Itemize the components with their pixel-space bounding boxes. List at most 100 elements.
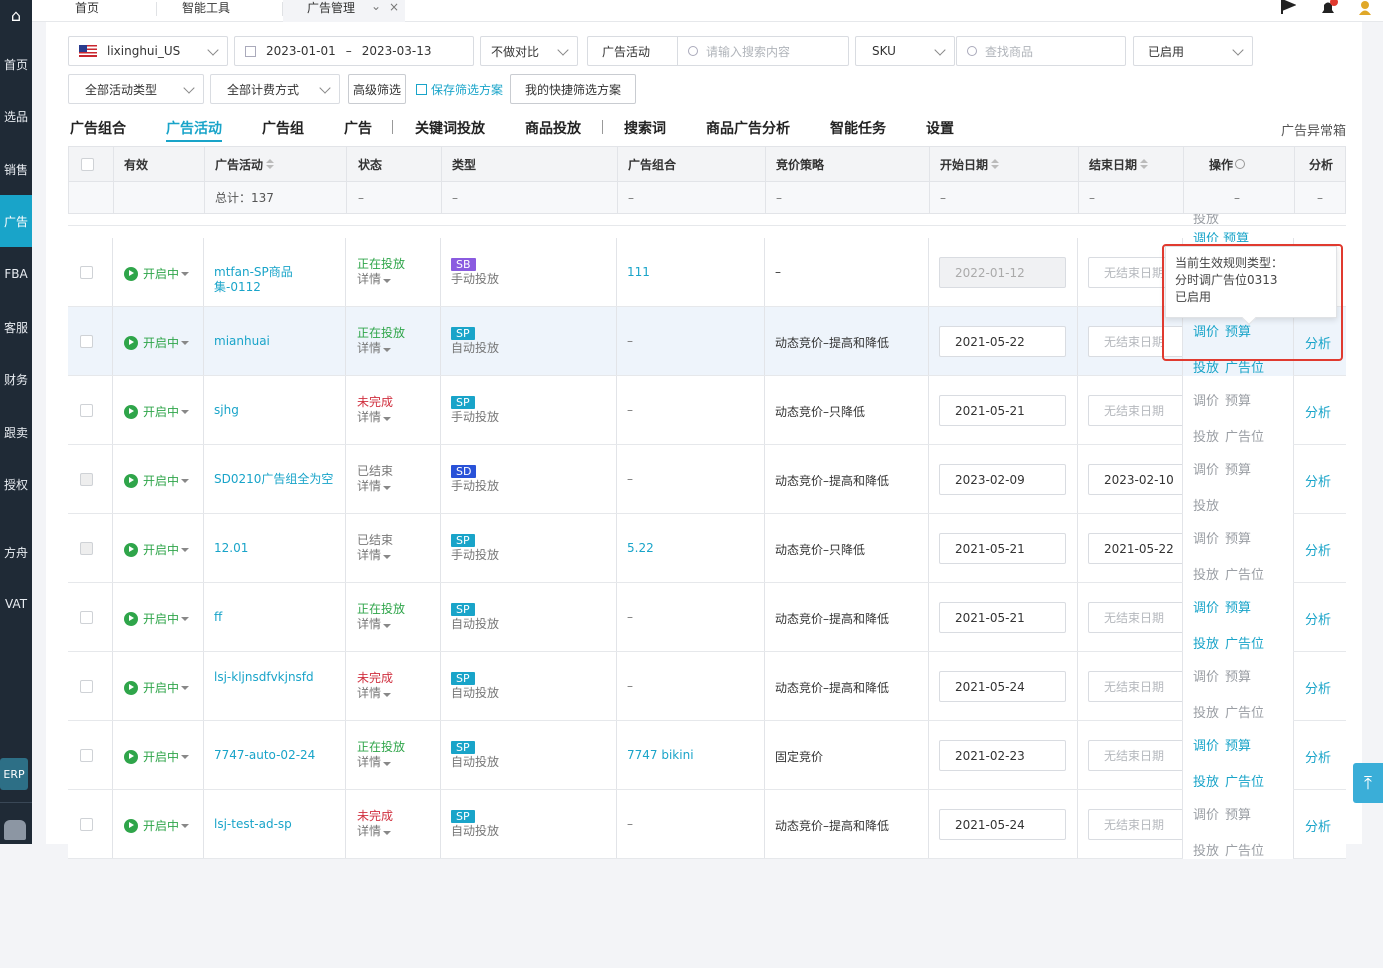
store-icon[interactable]	[4, 820, 26, 840]
valid-toggle[interactable]: 开启中	[124, 748, 190, 765]
budget-button[interactable]: 预算	[1225, 670, 1251, 685]
back-to-top-button[interactable]: ⤒	[1353, 763, 1383, 803]
row-checkbox[interactable]	[80, 818, 93, 831]
campaign-search[interactable]: 广告活动 请输入搜索内容	[587, 36, 849, 66]
row-checkbox[interactable]	[80, 749, 93, 762]
detail-dropdown[interactable]: 详情	[357, 410, 393, 425]
targeting-button[interactable]: 投放	[1193, 637, 1219, 652]
search-scope-select[interactable]: 广告活动	[588, 37, 678, 65]
campaign-name-link[interactable]: sjhg	[214, 403, 338, 418]
row-checkbox[interactable]	[80, 611, 93, 624]
placement-button[interactable]: 广告位	[1225, 775, 1264, 790]
row-checkbox[interactable]	[80, 542, 93, 555]
save-filter-plan-button[interactable]: 保存筛选方案	[416, 74, 503, 104]
user-menu-icon[interactable]	[1358, 0, 1372, 16]
abnormal-box-link[interactable]: 广告异常箱	[1281, 120, 1346, 139]
valid-toggle[interactable]: 开启中	[124, 817, 190, 834]
detail-dropdown[interactable]: 详情	[357, 272, 405, 287]
targeting-button[interactable]: 投放	[1193, 499, 1219, 514]
targeting-button[interactable]: 投放	[1193, 430, 1219, 445]
activity-type-select[interactable]: 全部活动类型	[68, 74, 204, 104]
detail-dropdown[interactable]: 详情	[357, 755, 405, 770]
campaign-name-link[interactable]: 12.01	[214, 541, 338, 556]
start-date-input[interactable]: 2021-05-22	[939, 326, 1066, 357]
sidebar-item-finance[interactable]: 财务	[0, 353, 32, 405]
select-all-checkbox[interactable]	[81, 158, 94, 171]
flag-icon[interactable]	[1280, 0, 1296, 14]
detail-dropdown[interactable]: 详情	[357, 617, 405, 632]
valid-toggle[interactable]: 开启中	[124, 403, 190, 420]
sort-icon[interactable]	[266, 159, 275, 169]
row-checkbox[interactable]	[80, 473, 93, 486]
targeting-button[interactable]: 投放	[1193, 775, 1219, 790]
col-campaign[interactable]: 广告活动	[215, 147, 275, 181]
start-date-input[interactable]: 2021-02-23	[939, 740, 1066, 771]
valid-toggle[interactable]: 开启中	[124, 334, 190, 351]
campaign-name-link[interactable]: lsj-kljnsdfvkjnsfd	[214, 670, 338, 685]
adjust-bid-button[interactable]: 调价	[1193, 463, 1219, 478]
valid-toggle[interactable]: 开启中	[124, 265, 190, 282]
detail-dropdown[interactable]: 详情	[357, 548, 393, 563]
subtab-keyword-targeting[interactable]: 关键词投放	[415, 118, 485, 138]
sidebar-item-selection[interactable]: 选品	[0, 90, 32, 142]
sidebar-item-ark[interactable]: 方舟	[0, 526, 32, 578]
enabled-select[interactable]: 已启用	[1133, 36, 1253, 66]
budget-button[interactable]: 预算	[1225, 808, 1251, 823]
valid-toggle[interactable]: 开启中	[124, 472, 190, 489]
subtab-search-terms[interactable]: 搜索词	[624, 118, 666, 138]
targeting-button[interactable]: 投放	[1193, 568, 1219, 583]
date-range-picker[interactable]: 2023-01-01 – 2023-03-13	[234, 36, 474, 66]
adjust-bid-button[interactable]: 调价	[1193, 532, 1219, 547]
subtab-ad[interactable]: 广告	[344, 118, 372, 138]
advanced-filter-button[interactable]: 高级筛选	[348, 74, 406, 104]
valid-toggle[interactable]: 开启中	[124, 679, 190, 696]
analyze-link[interactable]: 分析	[1305, 402, 1331, 421]
detail-dropdown[interactable]: 详情	[357, 479, 393, 494]
subtab-smart-tasks[interactable]: 智能任务	[830, 118, 886, 138]
analyze-link[interactable]: 分析	[1305, 471, 1331, 490]
start-date-input[interactable]: 2021-05-24	[939, 809, 1066, 840]
targeting-button[interactable]: 投放	[1193, 844, 1219, 859]
budget-button[interactable]: 预算	[1225, 394, 1251, 409]
start-date-input[interactable]: 2022-01-12	[939, 257, 1066, 288]
row-checkbox[interactable]	[80, 266, 93, 279]
subtab-product-ad-analysis[interactable]: 商品广告分析	[706, 118, 790, 138]
campaign-name-link[interactable]: SD0210广告组全为空	[214, 472, 338, 487]
close-icon[interactable]: ×	[389, 0, 399, 15]
sidebar-item-auth[interactable]: 授权	[0, 458, 32, 510]
analyze-link[interactable]: 分析	[1305, 747, 1331, 766]
subtab-settings[interactable]: 设置	[926, 118, 954, 138]
info-icon[interactable]	[1235, 159, 1246, 169]
detail-dropdown[interactable]: 详情	[357, 824, 393, 839]
partial-op-row[interactable]: 调价 预算	[1193, 228, 1249, 242]
analyze-link[interactable]: 分析	[1305, 609, 1331, 628]
my-quick-filters-button[interactable]: 我的快捷筛选方案	[510, 74, 636, 104]
compare-select[interactable]: 不做对比	[480, 36, 578, 66]
tab-home[interactable]: 首页	[75, 0, 99, 22]
sidebar-item-home[interactable]: 首页	[0, 38, 32, 90]
subtab-product-targeting[interactable]: 商品投放	[525, 118, 581, 138]
analyze-link[interactable]: 分析	[1305, 678, 1331, 697]
sort-icon[interactable]	[991, 159, 1000, 169]
bell-icon[interactable]	[1319, 0, 1339, 16]
billing-select[interactable]: 全部计费方式	[210, 74, 340, 104]
product-search-input[interactable]: 查找商品	[956, 36, 1126, 66]
portfolio-link[interactable]: 5.22	[627, 541, 654, 555]
placement-button[interactable]: 广告位	[1225, 361, 1264, 376]
campaign-name-link[interactable]: ff	[214, 610, 338, 625]
campaign-name-link[interactable]: 7747-auto-02-24	[214, 748, 338, 763]
detail-dropdown[interactable]: 详情	[357, 341, 405, 356]
sidebar-item-vat[interactable]: VAT	[0, 578, 32, 630]
chevron-down-icon[interactable]: ⌄	[371, 0, 381, 14]
search-input[interactable]: 请输入搜索内容	[678, 43, 790, 60]
row-checkbox[interactable]	[80, 404, 93, 417]
adjust-bid-button[interactable]: 调价	[1193, 394, 1219, 409]
col-end-date[interactable]: 结束日期	[1089, 147, 1149, 181]
placement-button[interactable]: 广告位	[1225, 844, 1264, 859]
sidebar-item-follow[interactable]: 跟卖	[0, 406, 32, 458]
budget-button[interactable]: 预算	[1225, 463, 1251, 478]
placement-button[interactable]: 广告位	[1225, 430, 1264, 445]
col-start-date[interactable]: 开始日期	[940, 147, 1000, 181]
budget-button[interactable]: 预算	[1225, 739, 1251, 754]
valid-toggle[interactable]: 开启中	[124, 610, 190, 627]
